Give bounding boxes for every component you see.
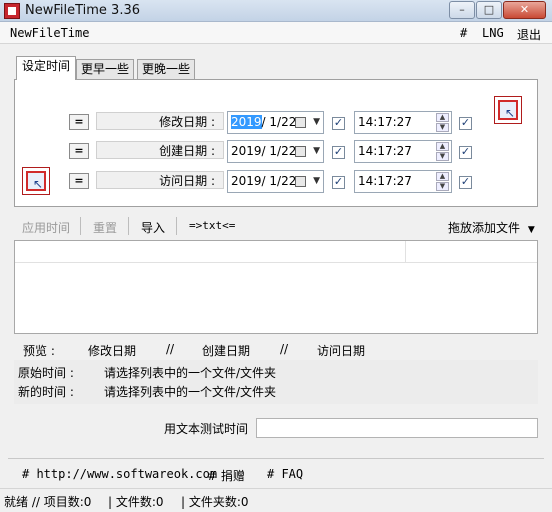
test-time-input[interactable]: [256, 418, 538, 438]
modified-time-value: 14:17:27: [358, 115, 412, 129]
status-bar: 就绪 // 项目数:0 | 文件数:0 | 文件夹数:0: [0, 488, 552, 512]
test-time-label: 用文本测试时间: [164, 422, 249, 436]
app-logo-icon[interactable]: ↖: [22, 167, 50, 195]
toolbar-separator: [176, 217, 177, 235]
created-date-rest: / 1/22: [261, 144, 297, 158]
divider: [8, 458, 544, 459]
new-time-label: 新的时间 :: [18, 385, 74, 399]
column-separator[interactable]: [405, 241, 406, 263]
file-list-header: [15, 241, 537, 263]
created-time-value: 14:17:27: [358, 144, 412, 158]
faq-link[interactable]: # FAQ: [267, 467, 303, 481]
modified-date-checkbox[interactable]: ✓: [332, 117, 345, 130]
menu-app-name[interactable]: NewFileTime: [10, 26, 89, 40]
preview-accessed: 访问日期: [317, 344, 366, 358]
modified-time-field[interactable]: 14:17:27 ▲ ▼: [354, 111, 452, 134]
title-bar[interactable]: NewFileTime 3.36 – □ ✕: [0, 0, 552, 22]
maximize-button[interactable]: □: [476, 1, 502, 19]
accessed-date-year: 2019: [231, 174, 262, 188]
apply-time-button[interactable]: 应用时间: [22, 219, 70, 236]
tab-later[interactable]: 更晚一些: [137, 59, 195, 79]
donate-link[interactable]: # 捐赠: [207, 467, 245, 484]
created-date-year: 2019: [231, 144, 262, 158]
accessed-date-checkbox[interactable]: ✓: [332, 176, 345, 189]
app-icon: [4, 3, 20, 19]
spin-up-icon[interactable]: ▲: [436, 113, 449, 122]
modified-equal-button[interactable]: =: [69, 114, 89, 130]
created-label: 创建日期 :: [159, 144, 215, 158]
spin-down-icon[interactable]: ▼: [436, 152, 449, 161]
preview-separator: //: [166, 342, 175, 356]
chevron-down-icon: ▼: [313, 176, 320, 186]
status-folder-count: | 文件夹数:0: [181, 495, 249, 509]
modified-date-picker[interactable]: 2019/ 1/22 ▼: [227, 111, 324, 134]
tab-earlier[interactable]: 更早一些: [76, 59, 134, 79]
created-date-checkbox[interactable]: ✓: [332, 146, 345, 159]
created-time-checkbox[interactable]: ✓: [459, 146, 472, 159]
chevron-down-icon: ▼: [313, 146, 320, 156]
toolbar-separator: [80, 217, 81, 235]
modified-label: 修改日期 :: [159, 115, 215, 129]
website-link[interactable]: # http://www.softwareok.com: [22, 467, 217, 481]
spin-down-icon[interactable]: ▼: [436, 123, 449, 132]
drag-add-files-label: 拖放添加文件: [448, 221, 521, 235]
preview-label: 预览 :: [23, 344, 55, 358]
tab-set-time[interactable]: 设定时间: [16, 56, 76, 80]
chevron-down-icon: ▼: [527, 225, 535, 235]
original-time-value: 请选择列表中的一个文件/文件夹: [104, 366, 277, 380]
preview-created: 创建日期: [202, 344, 251, 358]
created-equal-button[interactable]: =: [69, 143, 89, 159]
status-ready: 就绪 // 项目数:0: [4, 495, 92, 509]
calendar-icon: [295, 117, 306, 128]
accessed-date-picker[interactable]: 2019/ 1/22 ▼: [227, 170, 324, 193]
menu-exit[interactable]: 退出: [517, 26, 541, 43]
calendar-icon: [295, 176, 306, 187]
close-button[interactable]: ✕: [503, 1, 546, 19]
modified-date-year: 2019: [231, 115, 262, 129]
drag-add-files-button[interactable]: 拖放添加文件 ▼: [448, 219, 535, 236]
accessed-equal-button[interactable]: =: [69, 173, 89, 189]
minimize-button[interactable]: –: [449, 1, 475, 19]
menu-hash[interactable]: #: [460, 26, 467, 40]
created-date-picker[interactable]: 2019/ 1/22 ▼: [227, 140, 324, 163]
menu-bar: NewFileTime # LNG 退出: [0, 22, 552, 44]
chevron-down-icon: ▼: [313, 117, 320, 127]
txt-button[interactable]: =>txt<=: [189, 219, 235, 232]
created-time-field[interactable]: 14:17:27 ▲ ▼: [354, 140, 452, 163]
window-title: NewFileTime 3.36: [25, 3, 141, 18]
preview-separator: //: [280, 342, 289, 356]
menu-language[interactable]: LNG: [482, 26, 504, 40]
spin-down-icon[interactable]: ▼: [436, 182, 449, 191]
toolbar-separator: [128, 217, 129, 235]
calendar-icon: [295, 146, 306, 157]
accessed-time-field[interactable]: 14:17:27 ▲ ▼: [354, 170, 452, 193]
spin-up-icon[interactable]: ▲: [436, 172, 449, 181]
spin-up-icon[interactable]: ▲: [436, 142, 449, 151]
import-button[interactable]: 导入: [141, 219, 165, 236]
modified-date-rest: / 1/22: [261, 115, 297, 129]
status-file-count: | 文件数:0: [108, 495, 164, 509]
accessed-label: 访问日期 :: [159, 174, 215, 188]
file-list[interactable]: [14, 240, 538, 334]
reset-button[interactable]: 重置: [93, 219, 117, 236]
original-time-label: 原始时间 :: [18, 366, 74, 380]
modified-time-checkbox[interactable]: ✓: [459, 117, 472, 130]
accessed-date-rest: / 1/22: [261, 174, 297, 188]
accessed-time-checkbox[interactable]: ✓: [459, 176, 472, 189]
preview-modified: 修改日期: [88, 344, 137, 358]
new-time-value: 请选择列表中的一个文件/文件夹: [104, 385, 277, 399]
accessed-time-value: 14:17:27: [358, 174, 412, 188]
app-logo-icon[interactable]: ↖: [494, 96, 522, 124]
